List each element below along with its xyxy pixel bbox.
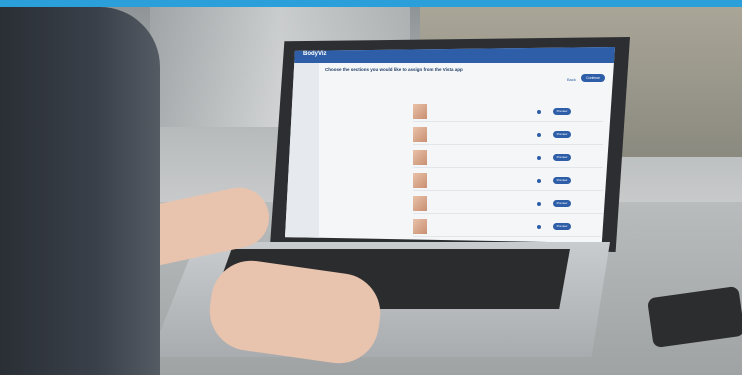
toggle-dot[interactable] xyxy=(537,132,541,137)
photo-scene: BodyViz Choose the sections you would li… xyxy=(0,7,742,375)
section-row: Preview xyxy=(413,171,603,191)
continue-button[interactable]: Continue xyxy=(581,74,605,82)
selected-sections: Preview Preview Preview Preview Preview … xyxy=(413,102,603,243)
laptop-screen: BodyViz Choose the sections you would li… xyxy=(285,47,615,243)
preview-button[interactable]: Preview xyxy=(553,177,571,184)
toggle-dot[interactable] xyxy=(537,224,541,229)
section-row: Preview xyxy=(413,217,603,237)
toggle-dot[interactable] xyxy=(537,155,541,160)
anatomy-thumbnail xyxy=(413,196,427,211)
section-row: Preview xyxy=(413,125,603,145)
toggle-dot[interactable] xyxy=(537,109,541,114)
back-link[interactable]: Back xyxy=(567,77,576,82)
preview-button[interactable]: Preview xyxy=(553,154,571,161)
toggle-dot[interactable] xyxy=(537,178,541,183)
section-row: Preview xyxy=(413,194,603,214)
anatomy-thumbnail xyxy=(413,104,427,119)
app-logo: BodyViz xyxy=(303,51,327,57)
preview-button[interactable]: Preview xyxy=(553,223,571,230)
toggle-dot[interactable] xyxy=(537,201,541,206)
anatomy-thumbnail xyxy=(413,219,427,234)
anatomy-thumbnail xyxy=(413,173,427,188)
preview-button[interactable]: Preview xyxy=(553,131,571,138)
person-shoulder xyxy=(0,7,160,375)
anatomy-thumbnail xyxy=(413,127,427,142)
top-accent-bar xyxy=(0,0,742,7)
preview-button[interactable]: Preview xyxy=(553,200,571,207)
preview-button[interactable]: Preview xyxy=(553,108,571,115)
section-row: Preview xyxy=(413,102,603,122)
anatomy-thumbnail xyxy=(413,150,427,165)
section-list xyxy=(329,89,407,93)
section-row: Preview xyxy=(413,148,603,168)
page-title: Choose the sections you would like to as… xyxy=(325,67,463,72)
